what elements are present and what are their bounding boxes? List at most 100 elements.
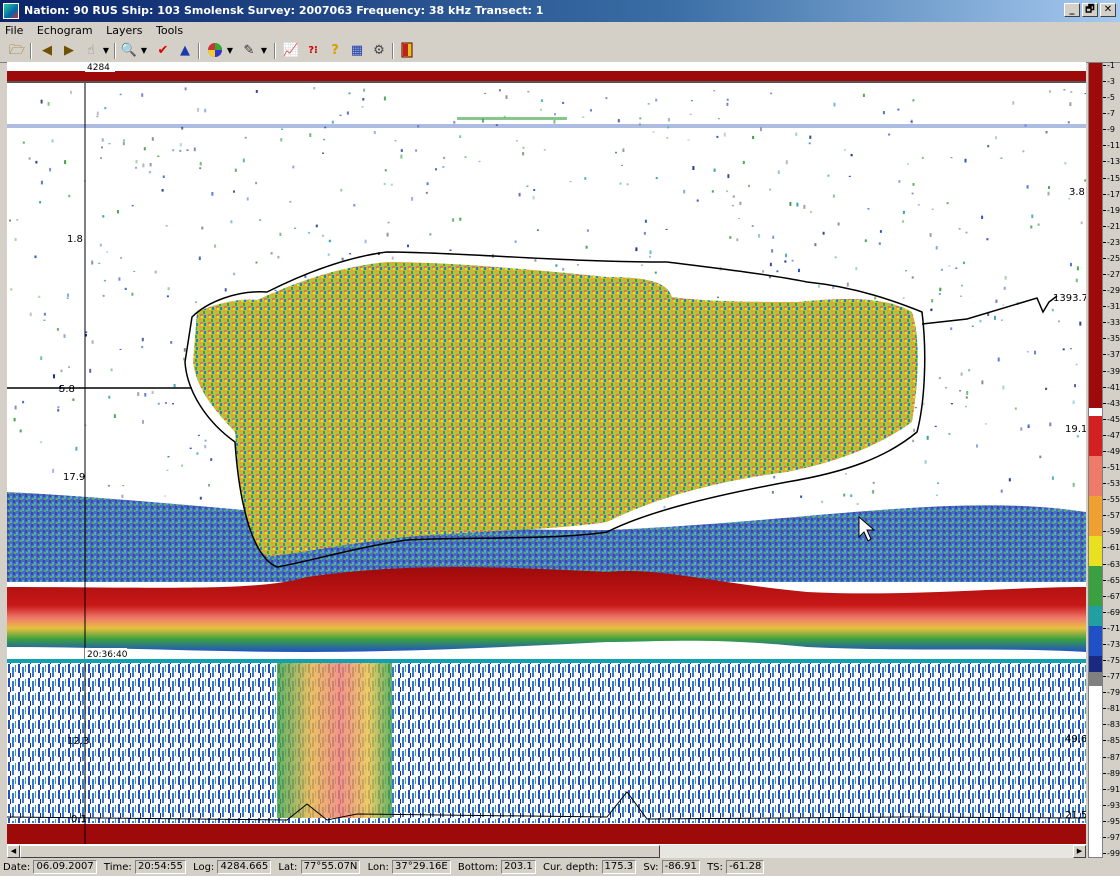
scatter-speck bbox=[425, 191, 428, 194]
chart-icon[interactable]: 📈 bbox=[282, 42, 300, 60]
scatter-speck bbox=[101, 146, 103, 149]
color-wheel-icon[interactable] bbox=[206, 42, 224, 60]
scatter-speck bbox=[586, 229, 589, 232]
scatter-speck bbox=[19, 429, 22, 433]
scroll-left-icon[interactable]: ◀ bbox=[7, 845, 20, 858]
hand-icon[interactable]: ☝ bbox=[82, 42, 100, 60]
color-dropdown-icon[interactable]: ▼ bbox=[226, 42, 234, 60]
scatter-speck bbox=[1037, 223, 1040, 226]
color-scale-tick: -37 bbox=[1103, 351, 1120, 359]
back-icon[interactable]: ◀ bbox=[38, 42, 56, 60]
lon-value: 37°29.16E bbox=[392, 860, 451, 874]
forward-icon[interactable]: ▶ bbox=[60, 42, 78, 60]
check-icon[interactable]: ✔ bbox=[154, 42, 172, 60]
peak-icon[interactable]: ▲ bbox=[176, 42, 194, 60]
scatter-speck bbox=[167, 456, 170, 458]
scatter-speck bbox=[322, 152, 324, 154]
scatter-speck bbox=[690, 100, 693, 102]
scatter-speck bbox=[872, 481, 875, 484]
menu-echogram[interactable]: Echogram bbox=[32, 22, 98, 37]
scatter-speck bbox=[255, 181, 258, 185]
scatter-speck bbox=[1004, 276, 1007, 280]
lower-panel[interactable] bbox=[7, 663, 1086, 823]
scatter-speck bbox=[242, 158, 245, 163]
scatter-speck bbox=[960, 295, 962, 297]
scatter-speck bbox=[40, 99, 43, 104]
scatter-speck bbox=[1072, 400, 1075, 405]
scatter-speck bbox=[386, 232, 389, 237]
exit-icon[interactable] bbox=[398, 42, 416, 60]
settings-icon[interactable]: ⚙ bbox=[370, 42, 388, 60]
scatter-speck bbox=[850, 154, 853, 157]
scroll-right-icon[interactable]: ▶ bbox=[1073, 845, 1086, 858]
scatter-speck bbox=[363, 88, 366, 92]
scatter-speck bbox=[394, 140, 397, 142]
help-icon[interactable]: ? bbox=[326, 42, 344, 60]
scroll-thumb[interactable] bbox=[20, 845, 660, 858]
menu-file[interactable]: File bbox=[0, 22, 28, 37]
scatter-speck bbox=[950, 327, 953, 331]
scatter-speck bbox=[554, 113, 556, 116]
scatter-speck bbox=[762, 270, 765, 273]
scatter-speck bbox=[64, 160, 67, 165]
minimize-button[interactable]: _ bbox=[1064, 3, 1080, 17]
scatter-speck bbox=[364, 239, 367, 244]
scatter-speck bbox=[119, 93, 122, 96]
scatter-speck bbox=[482, 118, 484, 123]
menu-layers[interactable]: Layers bbox=[101, 22, 147, 37]
scatter-speck bbox=[141, 337, 144, 342]
scatter-speck bbox=[1069, 102, 1072, 107]
scatter-speck bbox=[522, 146, 525, 149]
time-value: 20:54:55 bbox=[134, 860, 186, 874]
color-scale-tick: -49 bbox=[1103, 447, 1120, 456]
echogram-canvas[interactable]: 4284 20:36:40 1.8 5.8 17.9 12.3 0.1 3.8 … bbox=[7, 62, 1086, 858]
color-scale-tick: -57 bbox=[1103, 512, 1120, 520]
scatter-speck bbox=[997, 357, 1000, 362]
scatter-speck bbox=[555, 264, 558, 267]
scatter-speck bbox=[981, 215, 984, 219]
fish-school[interactable] bbox=[193, 262, 918, 557]
panel-divider[interactable] bbox=[7, 659, 1086, 663]
scatter-speck bbox=[196, 452, 199, 455]
pen-icon[interactable]: ✎ bbox=[240, 42, 258, 60]
color-scale-tick: -79 bbox=[1103, 689, 1120, 697]
color-scale-tick: -53 bbox=[1103, 480, 1120, 488]
lower-bottom-band bbox=[7, 824, 1086, 844]
hand-dropdown-icon[interactable]: ▼ bbox=[102, 42, 110, 60]
app-icon[interactable] bbox=[3, 3, 19, 19]
query-icon[interactable]: ?⁝ bbox=[304, 42, 322, 60]
scatter-speck bbox=[165, 402, 167, 404]
table-icon[interactable]: ▦ bbox=[348, 42, 366, 60]
close-button[interactable]: ✕ bbox=[1100, 3, 1116, 17]
sv-label: Sv: bbox=[643, 862, 659, 873]
menu-tools[interactable]: Tools bbox=[151, 22, 188, 37]
scatter-speck bbox=[771, 490, 774, 494]
scatter-speck bbox=[696, 199, 699, 202]
scatter-speck bbox=[1026, 185, 1029, 189]
scatter-speck bbox=[151, 391, 154, 394]
open-folder-icon[interactable]: 🗁 bbox=[8, 42, 26, 60]
scatter-speck bbox=[113, 414, 116, 418]
scatter-speck bbox=[340, 188, 343, 192]
scatter-speck bbox=[197, 108, 200, 112]
scatter-speck bbox=[270, 252, 273, 255]
color-scale-tick: -65 bbox=[1103, 576, 1120, 585]
scatter-speck bbox=[172, 149, 175, 152]
color-scale-tick: -61 bbox=[1103, 544, 1120, 552]
scatter-speck bbox=[99, 243, 102, 247]
scatter-speck bbox=[1014, 407, 1017, 410]
maximize-button[interactable]: 🗗 bbox=[1082, 3, 1098, 17]
scatter-speck bbox=[663, 505, 666, 509]
pen-dropdown-icon[interactable]: ▼ bbox=[260, 42, 268, 60]
echogram-view[interactable]: 4284 20:36:40 1.8 5.8 17.9 12.3 0.1 3.8 … bbox=[7, 62, 1086, 858]
zoom-dropdown-icon[interactable]: ▼ bbox=[140, 42, 148, 60]
scatter-speck bbox=[879, 230, 882, 233]
zoom-icon[interactable]: 🔍 bbox=[120, 42, 138, 60]
scatter-speck bbox=[1063, 89, 1066, 91]
horizontal-scrollbar[interactable]: ◀ ▶ bbox=[7, 845, 1086, 858]
scatter-speck bbox=[63, 334, 66, 338]
scatter-speck bbox=[151, 137, 154, 141]
scatter-speck bbox=[843, 149, 846, 151]
scatter-speck bbox=[1080, 221, 1083, 225]
scatter-speck bbox=[1079, 321, 1082, 326]
